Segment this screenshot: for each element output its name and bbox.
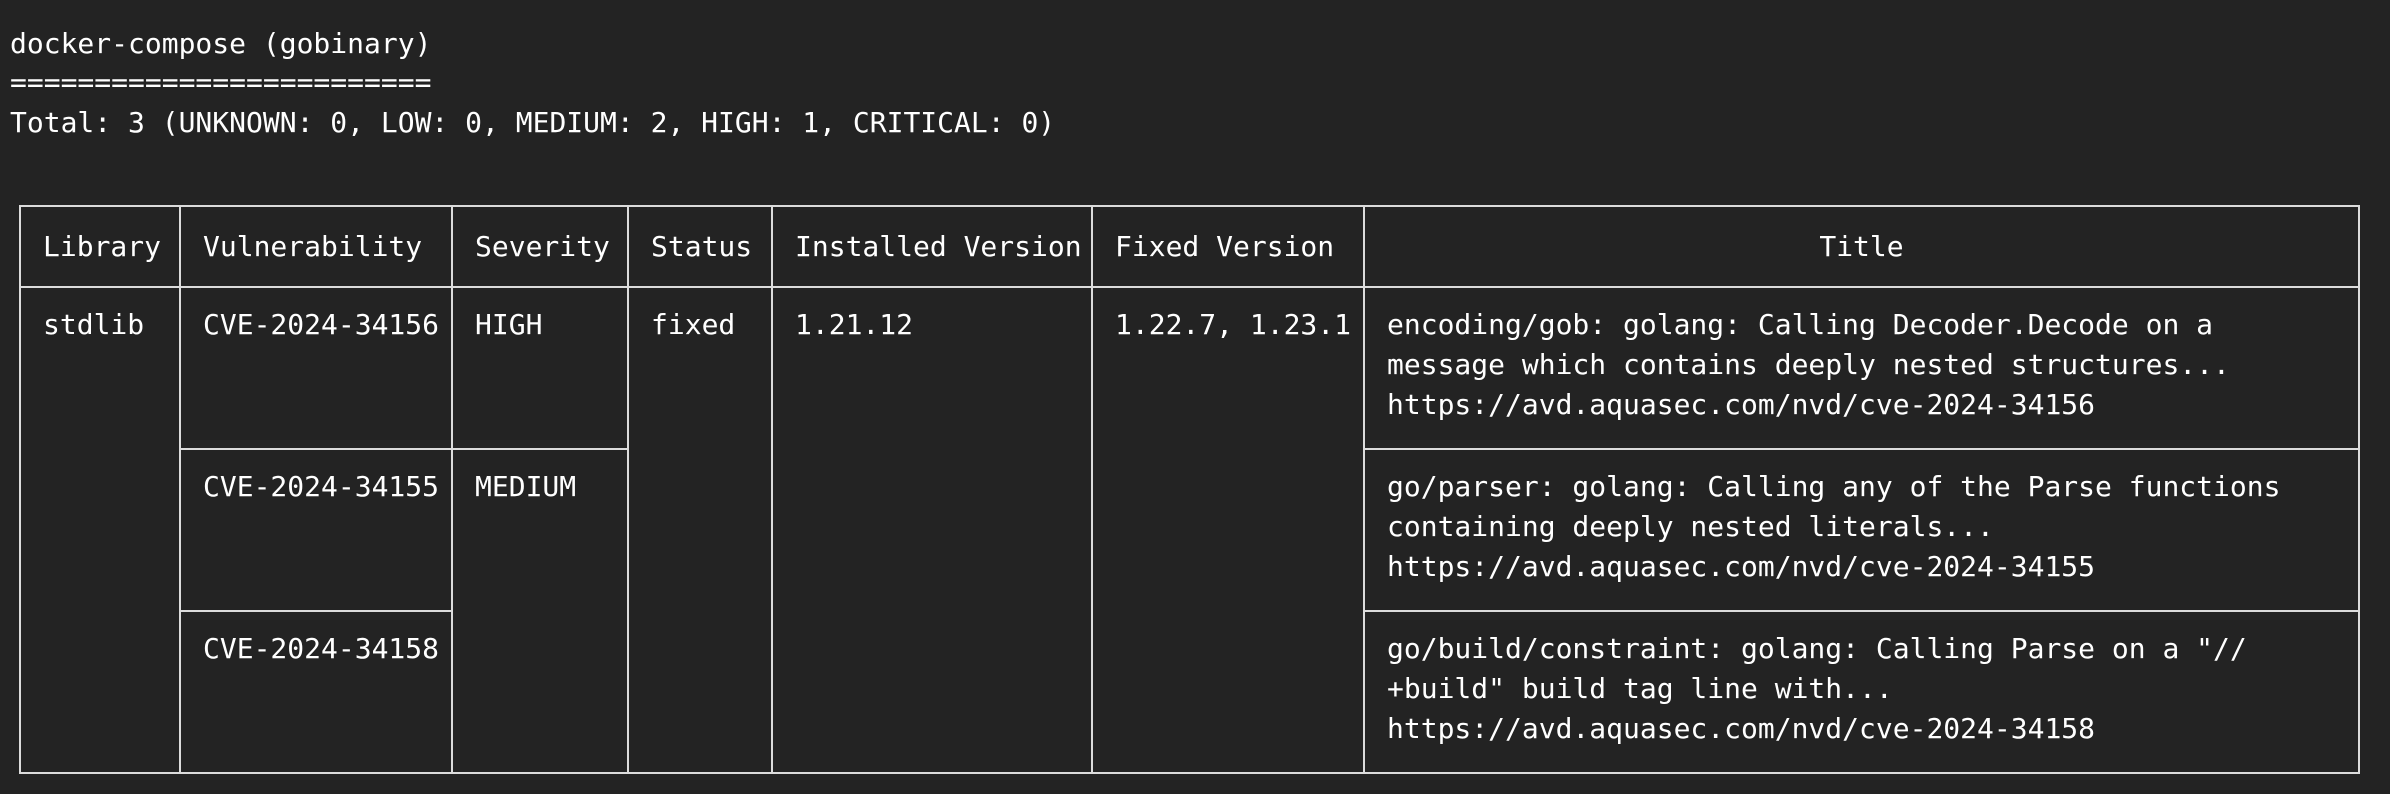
column-header-title: Title: [1363, 205, 2360, 288]
title-cell: go/build/constraint: golang: Calling Par…: [1363, 610, 2360, 774]
heading-underline: =========================: [10, 66, 432, 99]
advisory-link[interactable]: https://avd.aquasec.com/nvd/cve-2024-341…: [1387, 385, 2346, 425]
advisory-link[interactable]: https://avd.aquasec.com/nvd/cve-2024-341…: [1387, 547, 2346, 587]
vulnerability-table: Library Vulnerability Severity Status In…: [19, 205, 2360, 774]
title-cell: encoding/gob: golang: Calling Decoder.De…: [1363, 286, 2360, 450]
status-cell: fixed: [627, 286, 773, 774]
column-header-vulnerability: Vulnerability: [179, 205, 453, 288]
vulnerability-id-cell: CVE-2024-34155: [179, 448, 453, 612]
severity-cell: MEDIUM: [451, 448, 629, 774]
advisory-link[interactable]: https://avd.aquasec.com/nvd/cve-2024-341…: [1387, 709, 2346, 749]
column-header-fixed-version: Fixed Version: [1091, 205, 1365, 288]
title-text: go/parser: golang: Calling any of the Pa…: [1387, 470, 2281, 543]
vulnerability-id-cell: CVE-2024-34158: [179, 610, 453, 774]
vulnerability-id-cell: CVE-2024-34156: [179, 286, 453, 450]
column-header-library: Library: [19, 205, 181, 288]
fixed-version-cell: 1.22.7, 1.23.1: [1091, 286, 1365, 774]
title-text: go/build/constraint: golang: Calling Par…: [1387, 632, 2247, 705]
library-cell: stdlib: [19, 286, 181, 774]
installed-version-cell: 1.21.12: [771, 286, 1093, 774]
report-heading: docker-compose (gobinary): [10, 27, 432, 60]
column-header-status: Status: [627, 205, 773, 288]
vulnerability-total-summary: Total: 3 (UNKNOWN: 0, LOW: 0, MEDIUM: 2,…: [10, 106, 1056, 139]
column-header-severity: Severity: [451, 205, 629, 288]
title-cell: go/parser: golang: Calling any of the Pa…: [1363, 448, 2360, 612]
column-header-installed-version: Installed Version: [771, 205, 1093, 288]
severity-cell: HIGH: [451, 286, 629, 450]
table-header-row: Library Vulnerability Severity Status In…: [19, 205, 2360, 288]
title-text: encoding/gob: golang: Calling Decoder.De…: [1387, 308, 2230, 381]
table-row: stdlib CVE-2024-34156 HIGH fixed 1.21.12…: [19, 286, 2360, 774]
